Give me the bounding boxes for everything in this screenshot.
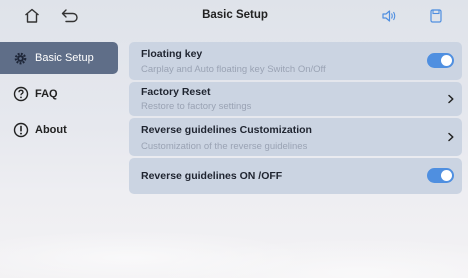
- sidebar-item-faq[interactable]: FAQ: [0, 78, 118, 110]
- gear-icon: [12, 50, 29, 67]
- setting-subtitle: Carplay and Auto floating key Switch On/…: [141, 64, 326, 75]
- setting-row-reverse-guidelines-toggle[interactable]: Reverse guidelines ON /OFF: [129, 158, 462, 194]
- sidebar-item-label: FAQ: [35, 88, 58, 100]
- sidebar-item-about[interactable]: About: [0, 114, 118, 146]
- setting-row-floating-key[interactable]: Floating key Carplay and Auto floating k…: [129, 42, 462, 80]
- setting-title: Reverse guidelines Customization: [141, 124, 312, 136]
- volume-icon[interactable]: [378, 5, 400, 27]
- setting-row-reverse-guidelines-customization[interactable]: Reverse guidelines Customization Customi…: [129, 118, 462, 156]
- sidebar-item-label: Basic Setup: [35, 52, 94, 64]
- setting-title: Factory Reset: [141, 86, 211, 98]
- chevron-right-icon: [448, 132, 454, 142]
- home-icon[interactable]: [21, 5, 43, 27]
- setting-title: Reverse guidelines ON /OFF: [141, 170, 283, 182]
- reverse-guidelines-toggle[interactable]: [427, 168, 454, 183]
- back-icon[interactable]: [59, 5, 81, 27]
- chevron-right-icon: [448, 94, 454, 104]
- question-icon: [12, 86, 29, 103]
- floating-key-toggle[interactable]: [427, 53, 454, 68]
- page-title: Basic Setup: [202, 9, 268, 21]
- setting-title: Floating key: [141, 48, 203, 60]
- setting-row-factory-reset[interactable]: Factory Reset Restore to factory setting…: [129, 82, 462, 116]
- background-wave: [0, 188, 468, 278]
- setting-subtitle: Customization of the reverse guidelines: [141, 141, 308, 152]
- top-bar: Basic Setup: [0, 0, 468, 34]
- sidebar-item-basic-setup[interactable]: Basic Setup: [0, 42, 118, 74]
- sidebar-item-label: About: [35, 124, 67, 136]
- setting-subtitle: Restore to factory settings: [141, 101, 252, 112]
- toggle-knob: [441, 170, 452, 181]
- info-icon: [12, 122, 29, 139]
- save-icon[interactable]: [425, 5, 447, 27]
- toggle-knob: [441, 55, 452, 66]
